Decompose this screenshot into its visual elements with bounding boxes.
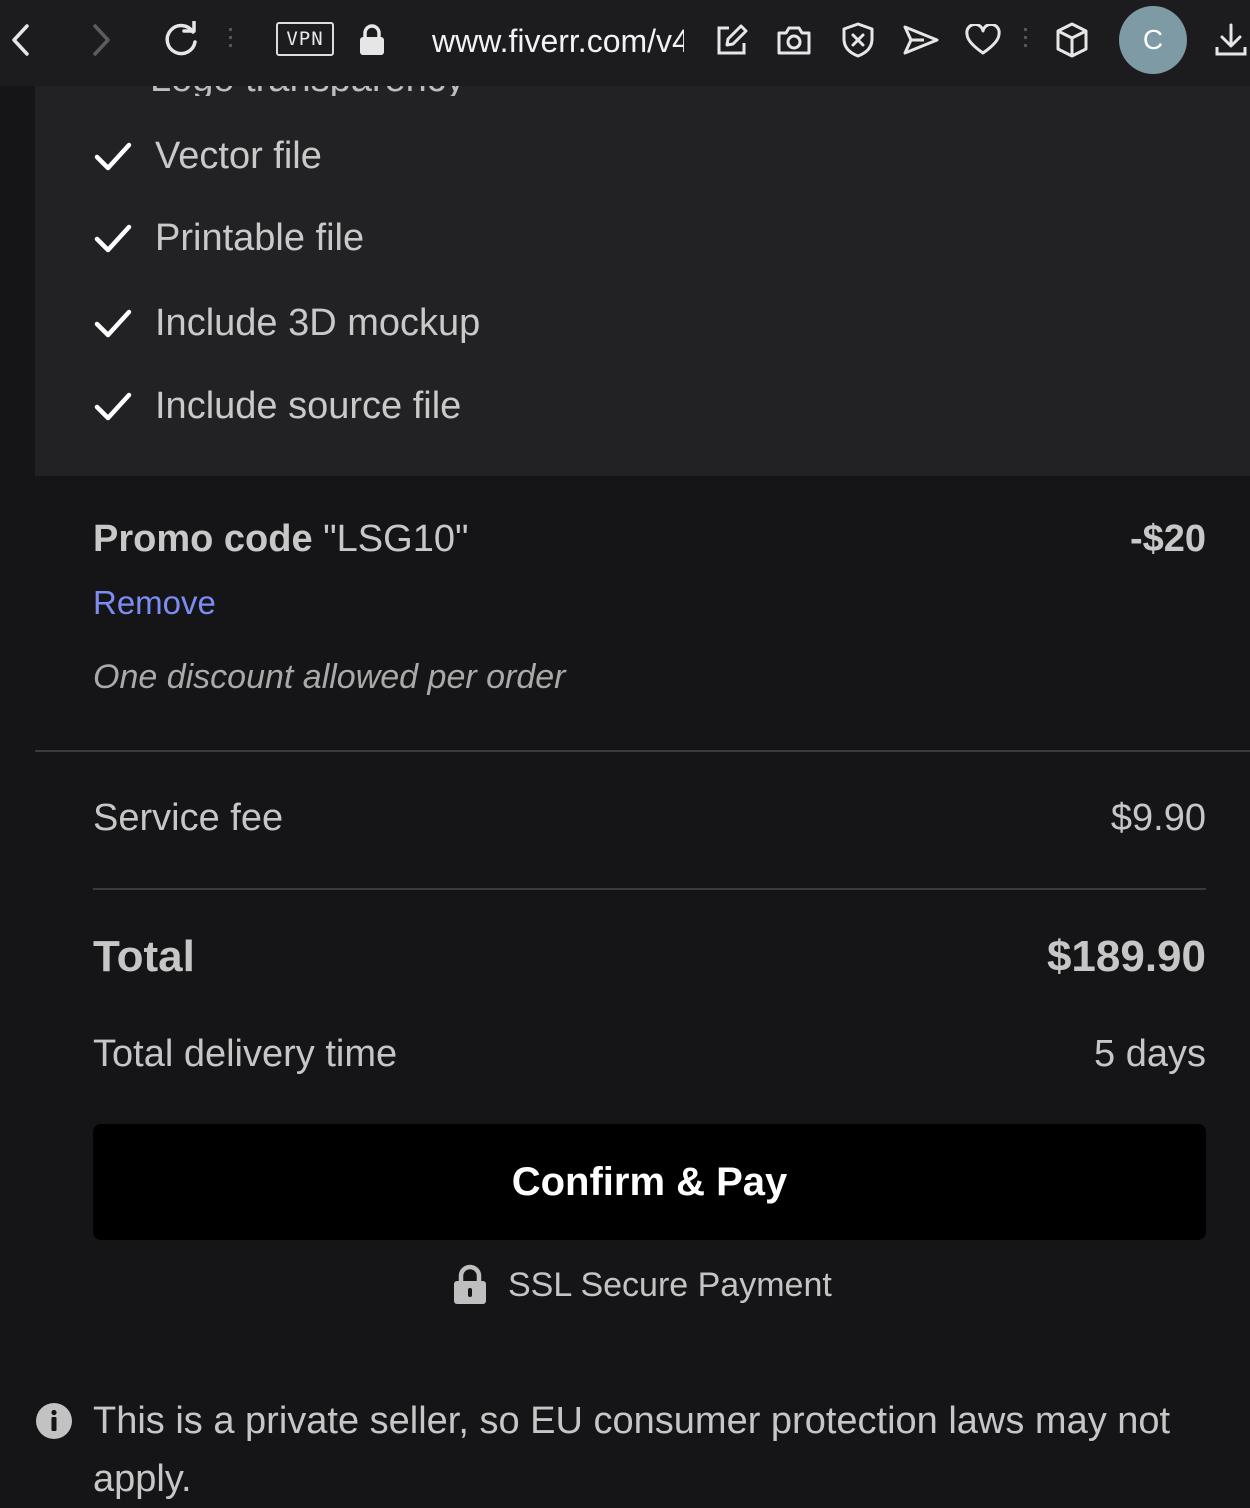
ssl-secure-payment-label: SSL Secure Payment: [508, 1265, 832, 1304]
toolbar-separator: [229, 28, 232, 52]
feature-item: Include 3D mockup: [93, 298, 480, 348]
service-fee-label: Service fee: [93, 797, 284, 839]
divider: [93, 888, 1206, 890]
cube-icon[interactable]: [1052, 0, 1092, 80]
padlock-icon: [454, 1264, 486, 1304]
scrolled-off-feature-label: Logo transparency: [150, 86, 465, 96]
check-icon: [94, 224, 132, 253]
divider: [35, 750, 1250, 752]
heart-icon[interactable]: [963, 0, 1003, 80]
profile-avatar[interactable]: C: [1119, 6, 1187, 74]
remove-promo-link[interactable]: Remove: [93, 584, 216, 622]
discount-note: One discount allowed per order: [93, 658, 566, 696]
shield-x-icon[interactable]: [838, 0, 878, 80]
promo-code-label: Promo code "LSG10": [93, 518, 468, 561]
vpn-badge[interactable]: VPN: [276, 22, 334, 56]
toolbar-separator: [1024, 28, 1027, 52]
eu-consumer-notice-text: This is a private seller, so EU consumer…: [93, 1400, 1171, 1500]
address-bar[interactable]: www.fiverr.com/v4: [432, 18, 684, 64]
promo-code-value: "LSG10": [323, 518, 469, 560]
confirm-and-pay-button[interactable]: Confirm & Pay: [93, 1124, 1206, 1240]
edit-icon[interactable]: [712, 0, 752, 80]
service-fee-value: $9.90: [1110, 797, 1206, 839]
download-icon[interactable]: [1212, 0, 1250, 80]
promo-code-prefix: Promo code: [93, 518, 313, 560]
confirm-and-pay-label: Confirm & Pay: [511, 1159, 788, 1204]
back-icon[interactable]: [4, 0, 38, 80]
promo-discount-amount: -$20: [1129, 518, 1206, 560]
delivery-time-value: 5 days: [1094, 1033, 1206, 1075]
check-icon: [94, 142, 132, 171]
package-features-card: Vector file Printable file Include 3D mo…: [35, 86, 1250, 476]
camera-icon[interactable]: [774, 0, 814, 80]
forward-icon[interactable]: [84, 0, 118, 80]
total-value: $189.90: [1046, 932, 1206, 981]
reload-icon[interactable]: [160, 0, 202, 80]
check-icon: [94, 309, 132, 338]
scrolled-off-feature: Logo transparency: [150, 86, 465, 96]
delivery-time-label: Total delivery time: [93, 1033, 398, 1075]
feature-item: Include source file: [93, 381, 461, 431]
ssl-secure-payment: SSL Secure Payment: [452, 1262, 832, 1308]
feature-item: Vector file: [93, 131, 322, 181]
check-icon: [94, 392, 132, 421]
feature-label: Include source file: [155, 384, 462, 427]
feature-label: Include 3D mockup: [155, 301, 481, 344]
total-label: Total: [93, 932, 195, 981]
feature-label: Printable file: [155, 216, 365, 259]
browser-toolbar: VPN www.fiverr.com/v4 C: [0, 0, 1250, 86]
feature-item: Printable file: [93, 213, 364, 263]
send-icon[interactable]: [900, 0, 942, 80]
feature-label: Vector file: [155, 134, 322, 177]
lock-icon[interactable]: [356, 0, 388, 80]
info-icon: [36, 1403, 72, 1439]
